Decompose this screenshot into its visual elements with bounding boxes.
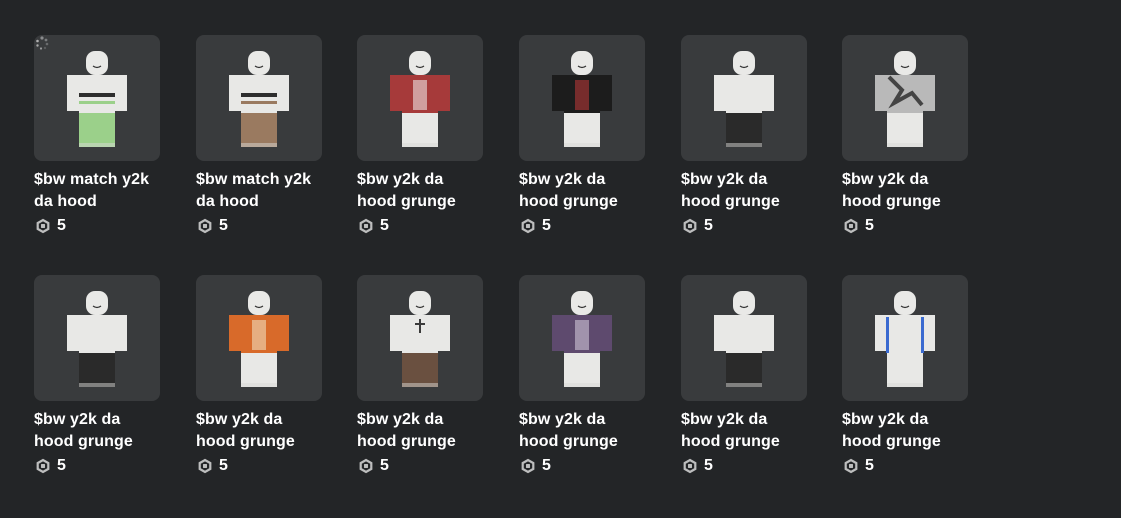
avatar-preview (390, 291, 450, 387)
robux-icon (521, 458, 535, 474)
robux-icon (844, 218, 858, 234)
avatar-preview (875, 51, 935, 147)
item-thumbnail[interactable] (34, 275, 160, 401)
avatar-preview (229, 291, 289, 387)
catalog-item-card[interactable]: $bw y2k da hood grunge 5 (34, 275, 160, 476)
item-price-row: 5 (196, 456, 322, 476)
item-name[interactable]: $bw y2k da hood grunge (357, 169, 483, 213)
item-name[interactable]: $bw y2k da hood grunge (519, 409, 645, 453)
catalog-item-card[interactable]: $bw y2k da hood grunge 5 (842, 35, 968, 236)
item-price-row: 5 (357, 216, 483, 236)
loading-spinner-icon (36, 36, 49, 50)
item-thumbnail[interactable] (681, 275, 807, 401)
item-thumbnail[interactable] (196, 35, 322, 161)
catalog-item-card[interactable]: $bw y2k da hood grunge 5 (842, 275, 968, 476)
item-name[interactable]: $bw y2k da hood grunge (681, 169, 807, 213)
item-price: 5 (219, 217, 228, 234)
item-thumbnail[interactable] (519, 35, 645, 161)
avatar-preview (875, 291, 935, 387)
item-thumbnail[interactable] (357, 275, 483, 401)
catalog-item-card[interactable]: $bw y2k da hood grunge 5 (357, 35, 483, 236)
robux-icon (359, 458, 373, 474)
item-price: 5 (704, 457, 713, 474)
item-price-row: 5 (842, 456, 968, 476)
catalog-item-card[interactable]: $bw y2k da hood grunge 5 (519, 35, 645, 236)
item-name[interactable]: $bw y2k da hood grunge (196, 409, 322, 453)
avatar-preview (552, 51, 612, 147)
avatar-preview (714, 51, 774, 147)
item-price-row: 5 (519, 216, 645, 236)
item-thumbnail[interactable] (34, 35, 160, 161)
robux-icon (198, 458, 212, 474)
item-name[interactable]: $bw match y2k da hood (34, 169, 160, 213)
robux-icon (683, 218, 697, 234)
avatar-preview (552, 291, 612, 387)
item-price-row: 5 (34, 216, 160, 236)
item-thumbnail[interactable] (519, 275, 645, 401)
catalog-item-card[interactable]: $bw y2k da hood grunge 5 (196, 275, 322, 476)
item-thumbnail[interactable] (681, 35, 807, 161)
catalog-item-card[interactable]: $bw y2k da hood grunge 5 (681, 275, 807, 476)
avatar-preview (67, 291, 127, 387)
robux-icon (683, 458, 697, 474)
item-price: 5 (57, 457, 66, 474)
item-price: 5 (865, 457, 874, 474)
robux-icon (198, 218, 212, 234)
item-price-row: 5 (842, 216, 968, 236)
item-name[interactable]: $bw match y2k da hood (196, 169, 322, 213)
item-name[interactable]: $bw y2k da hood grunge (681, 409, 807, 453)
robux-icon (359, 218, 373, 234)
item-price: 5 (219, 457, 228, 474)
item-price-row: 5 (196, 216, 322, 236)
item-price-row: 5 (34, 456, 160, 476)
item-thumbnail[interactable] (842, 275, 968, 401)
avatar-preview (714, 291, 774, 387)
avatar-preview (67, 51, 127, 147)
item-price: 5 (542, 457, 551, 474)
item-price: 5 (704, 217, 713, 234)
catalog-item-grid: $bw match y2k da hood 5 $bw match y2k da… (0, 0, 1121, 518)
item-name[interactable]: $bw y2k da hood grunge (842, 169, 968, 213)
item-price: 5 (380, 217, 389, 234)
avatar-preview (390, 51, 450, 147)
catalog-item-card[interactable]: $bw y2k da hood grunge 5 (357, 275, 483, 476)
catalog-item-card[interactable]: $bw y2k da hood grunge 5 (681, 35, 807, 236)
robux-icon (844, 458, 858, 474)
item-name[interactable]: $bw y2k da hood grunge (519, 169, 645, 213)
item-name[interactable]: $bw y2k da hood grunge (34, 409, 160, 453)
item-price-row: 5 (681, 456, 807, 476)
catalog-item-card[interactable]: $bw match y2k da hood 5 (34, 35, 160, 236)
item-thumbnail[interactable] (842, 35, 968, 161)
item-price: 5 (380, 457, 389, 474)
item-price: 5 (57, 217, 66, 234)
robux-icon (36, 218, 50, 234)
item-price-row: 5 (519, 456, 645, 476)
item-thumbnail[interactable] (196, 275, 322, 401)
item-price: 5 (865, 217, 874, 234)
catalog-item-card[interactable]: $bw y2k da hood grunge 5 (519, 275, 645, 476)
item-name[interactable]: $bw y2k da hood grunge (842, 409, 968, 453)
item-thumbnail[interactable] (357, 35, 483, 161)
item-price-row: 5 (681, 216, 807, 236)
avatar-preview (229, 51, 289, 147)
item-name[interactable]: $bw y2k da hood grunge (357, 409, 483, 453)
item-price-row: 5 (357, 456, 483, 476)
item-price: 5 (542, 217, 551, 234)
robux-icon (36, 458, 50, 474)
catalog-item-card[interactable]: $bw match y2k da hood 5 (196, 35, 322, 236)
robux-icon (521, 218, 535, 234)
